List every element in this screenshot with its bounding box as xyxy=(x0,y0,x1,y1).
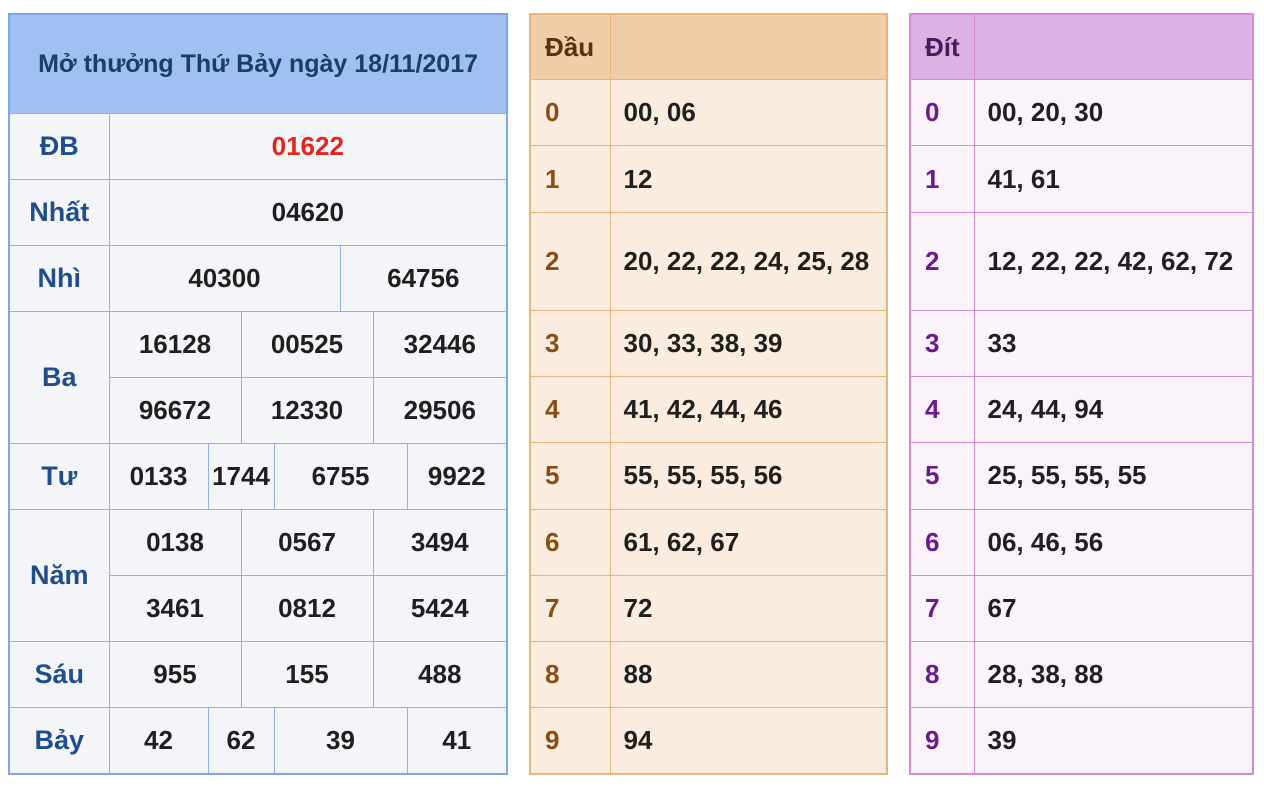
prize-label-sau: Sáu xyxy=(8,641,110,709)
prize-value-tu: 1744 xyxy=(207,443,275,511)
heads-table: Đầu 0 00, 06 1 12 2 20, 22, 22, 24, 25, 28 … xyxy=(529,13,888,775)
prize-label-tu: Tư xyxy=(8,443,110,511)
heads-key: 1 xyxy=(529,145,611,213)
heads-value: 20, 22, 22, 24, 25, 28 xyxy=(609,211,888,311)
heads-value: 41, 42, 44, 46 xyxy=(609,376,888,444)
heads-key: 2 xyxy=(529,211,611,311)
prize-value-nhat: 04620 xyxy=(108,179,508,247)
prize-value-sau: 955 xyxy=(108,641,242,709)
prize-value-bay: 62 xyxy=(207,707,275,775)
tails-header: Đít xyxy=(909,13,975,81)
prize-value-nam: 3461 xyxy=(108,575,242,643)
prize-value-tu: 6755 xyxy=(273,443,408,511)
prize-value-nam: 0138 xyxy=(108,509,242,577)
heads-header-blank xyxy=(609,13,888,81)
prize-value-ba: 96672 xyxy=(108,377,242,445)
prize-value-sau: 155 xyxy=(240,641,374,709)
prize-value-nam: 0812 xyxy=(240,575,374,643)
tails-value: 28, 38, 88 xyxy=(973,640,1254,709)
tails-value: 00, 20, 30 xyxy=(973,79,1254,147)
tails-value: 33 xyxy=(973,309,1254,378)
tails-value: 39 xyxy=(973,707,1254,775)
heads-value: 12 xyxy=(609,145,888,213)
tails-value: 25, 55, 55, 55 xyxy=(973,442,1254,510)
tails-value: 41, 61 xyxy=(973,145,1254,213)
prize-label-bay: Bảy xyxy=(8,707,110,775)
tails-value: 06, 46, 56 xyxy=(973,508,1254,576)
heads-key: 9 xyxy=(529,707,611,775)
heads-value: 61, 62, 67 xyxy=(609,508,888,576)
prize-value-bay: 42 xyxy=(108,707,209,775)
prize-value-nam: 3494 xyxy=(372,509,508,577)
results-title: Mở thưởng Thứ Bảy ngày 18/11/2017 xyxy=(8,13,508,115)
tails-header-blank xyxy=(973,13,1254,81)
tails-value: 12, 22, 22, 42, 62, 72 xyxy=(973,211,1254,311)
prize-value-bay: 39 xyxy=(273,707,408,775)
tails-key: 2 xyxy=(909,211,975,311)
heads-key: 8 xyxy=(529,640,611,709)
tails-key: 3 xyxy=(909,309,975,378)
prize-value-nhi: 40300 xyxy=(108,245,341,313)
heads-key: 7 xyxy=(529,574,611,642)
prize-value-ba: 00525 xyxy=(240,311,374,379)
tails-table: Đít 0 00, 20, 30 1 41, 61 2 12, 22, 22, 42,… xyxy=(909,13,1254,775)
prize-value-ba: 29506 xyxy=(372,377,508,445)
prize-label-db: ĐB xyxy=(8,113,110,181)
prize-label-ba: Ba xyxy=(8,311,110,445)
heads-value: 00, 06 xyxy=(609,79,888,147)
results-table: Mở thưởng Thứ Bảy ngày 18/11/2017 ĐB 016… xyxy=(8,13,509,775)
heads-value: 55, 55, 55, 56 xyxy=(609,442,888,510)
prize-value-nam: 0567 xyxy=(240,509,374,577)
heads-value: 30, 33, 38, 39 xyxy=(609,309,888,378)
prize-label-nhi: Nhì xyxy=(8,245,110,313)
prize-value-db: 01622 xyxy=(108,113,508,181)
tails-value: 24, 44, 94 xyxy=(973,376,1254,444)
prize-value-bay: 41 xyxy=(406,707,508,775)
prize-value-nhi: 64756 xyxy=(339,245,508,313)
prize-value-ba: 16128 xyxy=(108,311,242,379)
heads-key: 0 xyxy=(529,79,611,147)
tails-key: 7 xyxy=(909,574,975,642)
tails-key: 0 xyxy=(909,79,975,147)
tails-key: 5 xyxy=(909,442,975,510)
prize-label-nam: Năm xyxy=(8,509,110,643)
prize-value-tu: 0133 xyxy=(108,443,209,511)
prize-label-nhat: Nhất xyxy=(8,179,110,247)
heads-key: 4 xyxy=(529,376,611,444)
heads-header: Đầu xyxy=(529,13,611,81)
heads-value: 94 xyxy=(609,707,888,775)
heads-key: 5 xyxy=(529,442,611,510)
tails-value: 67 xyxy=(973,574,1254,642)
tails-key: 1 xyxy=(909,145,975,213)
prize-value-sau: 488 xyxy=(372,641,508,709)
tails-key: 8 xyxy=(909,640,975,709)
prize-value-nam: 5424 xyxy=(372,575,508,643)
tails-key: 6 xyxy=(909,508,975,576)
heads-key: 6 xyxy=(529,508,611,576)
prize-value-ba: 12330 xyxy=(240,377,374,445)
tails-key: 4 xyxy=(909,376,975,444)
tails-key: 9 xyxy=(909,707,975,775)
heads-value: 72 xyxy=(609,574,888,642)
heads-value: 88 xyxy=(609,640,888,709)
prize-value-tu: 9922 xyxy=(406,443,508,511)
prize-value-ba: 32446 xyxy=(372,311,508,379)
heads-key: 3 xyxy=(529,309,611,378)
